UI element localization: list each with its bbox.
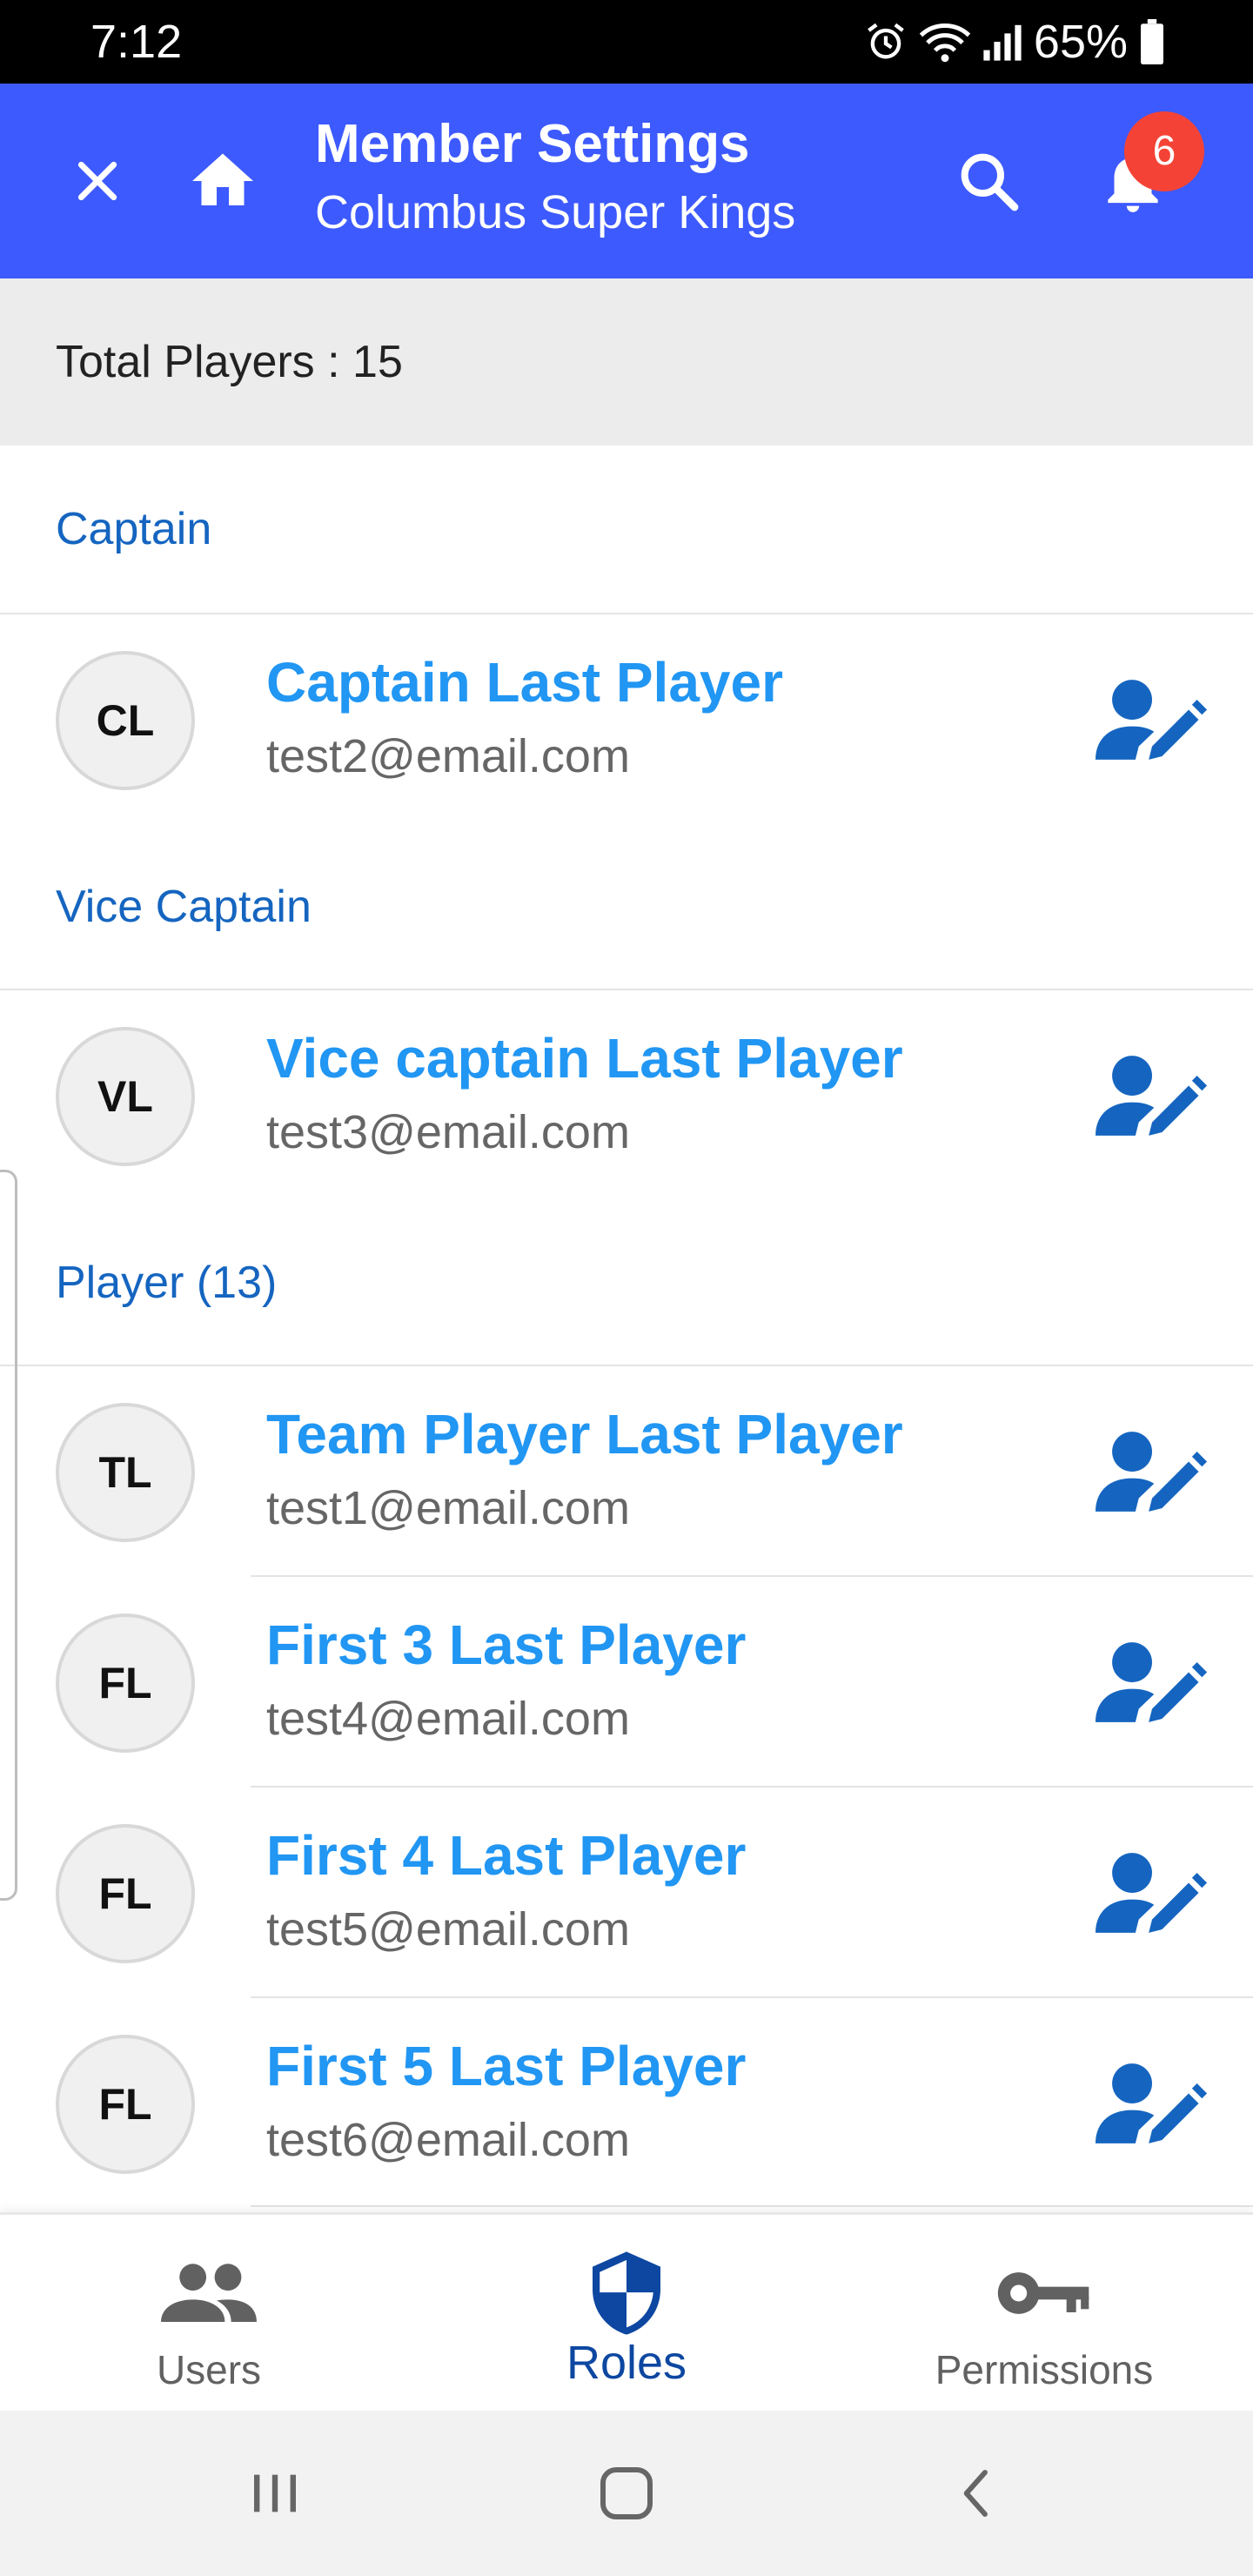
team-name: Columbus Super Kings xyxy=(315,186,796,238)
key-icon xyxy=(997,2272,1089,2314)
back-icon xyxy=(963,2470,988,2517)
member-name: Team Player Last Player xyxy=(266,1403,903,1466)
user-edit-icon xyxy=(1096,1642,1208,1722)
notification-badge: 6 xyxy=(1124,111,1204,191)
nav-roles[interactable]: Roles xyxy=(418,2215,835,2413)
member-email: test2@email.com xyxy=(266,730,630,782)
close-icon xyxy=(77,161,117,201)
edge-panel-handle[interactable] xyxy=(0,1170,17,1901)
section-header-player: Player (13) xyxy=(0,1199,1253,1366)
title-block: Member Settings Columbus Super Kings xyxy=(315,110,795,245)
home-circle-icon xyxy=(600,2467,653,2519)
member-email: test6@email.com xyxy=(266,2114,630,2166)
battery-percent: 65% xyxy=(1033,16,1128,68)
avatar: FL xyxy=(56,1824,195,1963)
user-edit-icon xyxy=(1096,1432,1208,1512)
edit-member-button[interactable] xyxy=(1091,2056,1213,2151)
member-email: test1@email.com xyxy=(266,1482,630,1534)
avatar: TL xyxy=(56,1403,195,1542)
nav-label: Users xyxy=(156,2347,262,2392)
member-row[interactable]: TL Team Player Last Player test1@email.c… xyxy=(0,1366,1253,1575)
bottom-navigation: Users Roles Permissions xyxy=(0,2212,1253,2411)
member-name: Vice captain Last Player xyxy=(266,1027,903,1090)
nav-users[interactable]: Users xyxy=(0,2215,418,2413)
section-title: Vice Captain xyxy=(56,882,312,932)
member-email: test5@email.com xyxy=(266,1903,630,1955)
member-row[interactable]: FL First 4 Last Player test5@email.com xyxy=(0,1788,1253,1996)
recent-apps-button[interactable] xyxy=(223,2454,327,2532)
user-edit-icon xyxy=(1096,2063,1208,2143)
users-icon xyxy=(161,2264,257,2322)
member-name: Captain Last Player xyxy=(266,651,783,714)
section-header-vice-captain: Vice Captain xyxy=(0,823,1253,990)
status-bar: 7:12 65% xyxy=(0,0,1253,84)
battery-icon xyxy=(1138,19,1166,64)
avatar: FL xyxy=(56,2035,195,2174)
status-icons: 65% xyxy=(863,12,1166,71)
back-button[interactable] xyxy=(926,2454,1030,2532)
search-button[interactable] xyxy=(945,138,1032,225)
nav-permissions[interactable]: Permissions xyxy=(835,2215,1253,2413)
edit-member-button[interactable] xyxy=(1091,1845,1213,1941)
user-edit-icon xyxy=(1096,1853,1208,1933)
member-email: test3@email.com xyxy=(266,1106,630,1158)
avatar: CL xyxy=(56,651,195,790)
total-players: Total Players : 15 xyxy=(56,337,403,387)
edit-member-button[interactable] xyxy=(1091,1424,1213,1519)
nav-label: Permissions xyxy=(935,2347,1154,2392)
page-title: Member Settings xyxy=(315,114,750,174)
nav-label: Roles xyxy=(566,2337,687,2389)
alarm-icon xyxy=(863,19,908,64)
member-row[interactable]: FL First 3 Last Player test4@email.com xyxy=(0,1577,1253,1786)
member-row[interactable]: VL Vice captain Last Player test3@email.… xyxy=(0,990,1253,1199)
recent-apps-icon xyxy=(254,2474,296,2512)
section-header-captain: Captain xyxy=(0,446,1253,613)
member-email: test4@email.com xyxy=(266,1693,630,1745)
avatar: VL xyxy=(56,1027,195,1166)
member-row[interactable]: CL Captain Last Player test2@email.com xyxy=(0,614,1253,823)
section-title: Captain xyxy=(56,504,212,554)
section-title: Player (13) xyxy=(56,1258,278,1308)
edit-member-button[interactable] xyxy=(1091,1048,1213,1144)
member-name: First 4 Last Player xyxy=(266,1824,747,1887)
home-button[interactable] xyxy=(179,138,266,225)
member-name: First 3 Last Player xyxy=(266,1613,747,1676)
edit-member-button[interactable] xyxy=(1091,672,1213,768)
user-edit-icon xyxy=(1096,1056,1208,1136)
total-players-strip: Total Players : 15 xyxy=(0,278,1253,446)
close-button[interactable] xyxy=(54,138,141,225)
member-row[interactable]: FL First 5 Last Player test6@email.com xyxy=(0,1998,1253,2207)
status-time: 7:12 xyxy=(90,16,183,68)
member-name: First 5 Last Player xyxy=(266,2035,747,2097)
home-system-button[interactable] xyxy=(574,2454,679,2532)
shield-icon xyxy=(593,2251,660,2335)
edit-member-button[interactable] xyxy=(1091,1634,1213,1730)
home-icon xyxy=(192,153,253,205)
signal-icon xyxy=(982,19,1023,64)
user-edit-icon xyxy=(1096,680,1208,760)
avatar: FL xyxy=(56,1613,195,1753)
divider xyxy=(251,2205,1253,2207)
search-icon xyxy=(961,153,1019,211)
wifi-icon xyxy=(919,19,971,64)
app-bar: Member Settings Columbus Super Kings 6 xyxy=(0,84,1253,278)
system-navigation-bar xyxy=(0,2411,1253,2576)
